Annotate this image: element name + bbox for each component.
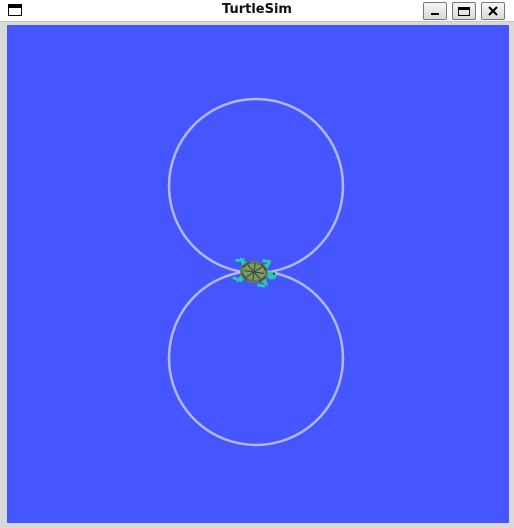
title-bar[interactable]: TurtleSim: [0, 0, 514, 22]
close-icon: [488, 6, 498, 16]
upper-trail-circle: [167, 97, 345, 275]
lower-trail-circle: [167, 269, 345, 447]
maximize-button[interactable]: [452, 2, 476, 20]
minimize-button[interactable]: [423, 2, 447, 20]
close-button[interactable]: [481, 2, 505, 20]
minimize-icon: [431, 13, 439, 15]
simulation-canvas: [7, 25, 509, 523]
turtlesim-window: TurtleSim: [0, 0, 514, 528]
trail-layer: [167, 97, 345, 447]
maximize-icon: [458, 6, 470, 16]
